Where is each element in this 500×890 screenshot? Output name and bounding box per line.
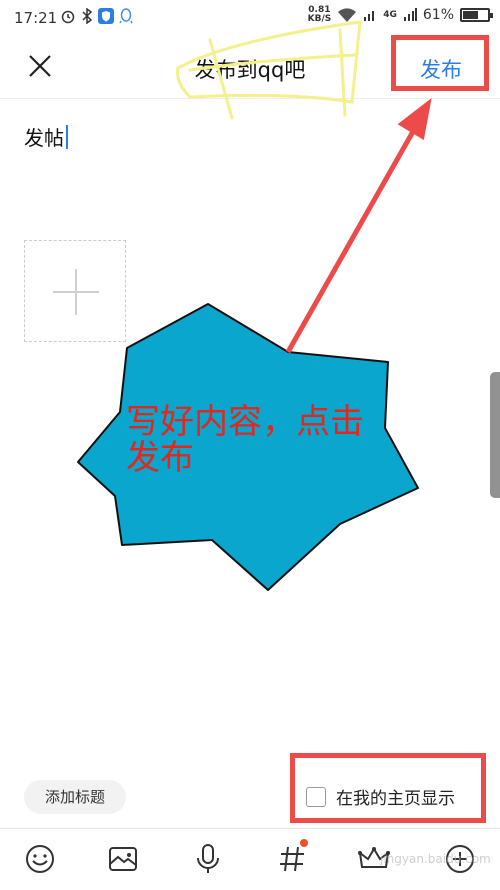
add-image-button[interactable] xyxy=(24,240,126,342)
emoji-icon[interactable] xyxy=(22,841,58,877)
add-title-button[interactable]: 添加标题 xyxy=(24,780,126,814)
image-icon[interactable] xyxy=(105,841,141,877)
network-type: 4G xyxy=(383,10,397,20)
status-notification-icons xyxy=(60,8,133,24)
signal-icon-2 xyxy=(403,8,417,21)
bluetooth-icon xyxy=(82,8,93,24)
mic-icon[interactable] xyxy=(190,841,226,877)
status-right: 0.81 KB/S 4G 61% xyxy=(307,5,493,24)
signal-icon xyxy=(364,11,375,21)
post-content-input[interactable]: 发帖 xyxy=(24,122,68,151)
qq-penguin-icon xyxy=(119,8,133,24)
status-bar: 17:21 0.81 KB/S 4G 61% xyxy=(0,0,500,36)
post-content-text: 发帖 xyxy=(24,126,64,150)
callout-text: 写好内容，点击发布 xyxy=(126,402,364,478)
publish-highlight-box xyxy=(391,35,489,91)
text-caret xyxy=(66,124,68,149)
battery-level xyxy=(463,11,478,19)
arrow-to-publish xyxy=(285,98,432,354)
plus-icon xyxy=(53,269,99,315)
shield-app-icon xyxy=(98,8,114,24)
watermark: jingyan.baidu.com xyxy=(380,852,491,866)
net-speed: 0.81 KB/S xyxy=(307,5,332,24)
side-scroll-handle[interactable] xyxy=(490,372,500,498)
hashtag-button[interactable] xyxy=(274,839,310,877)
hashtag-badge xyxy=(300,839,308,847)
status-time: 17:21 xyxy=(14,9,58,27)
show-on-home-highlight-box xyxy=(290,753,486,823)
battery-percent: 61% xyxy=(422,7,454,23)
battery-icon xyxy=(460,8,493,22)
wifi-icon xyxy=(338,8,357,22)
alarm-icon xyxy=(61,10,75,24)
